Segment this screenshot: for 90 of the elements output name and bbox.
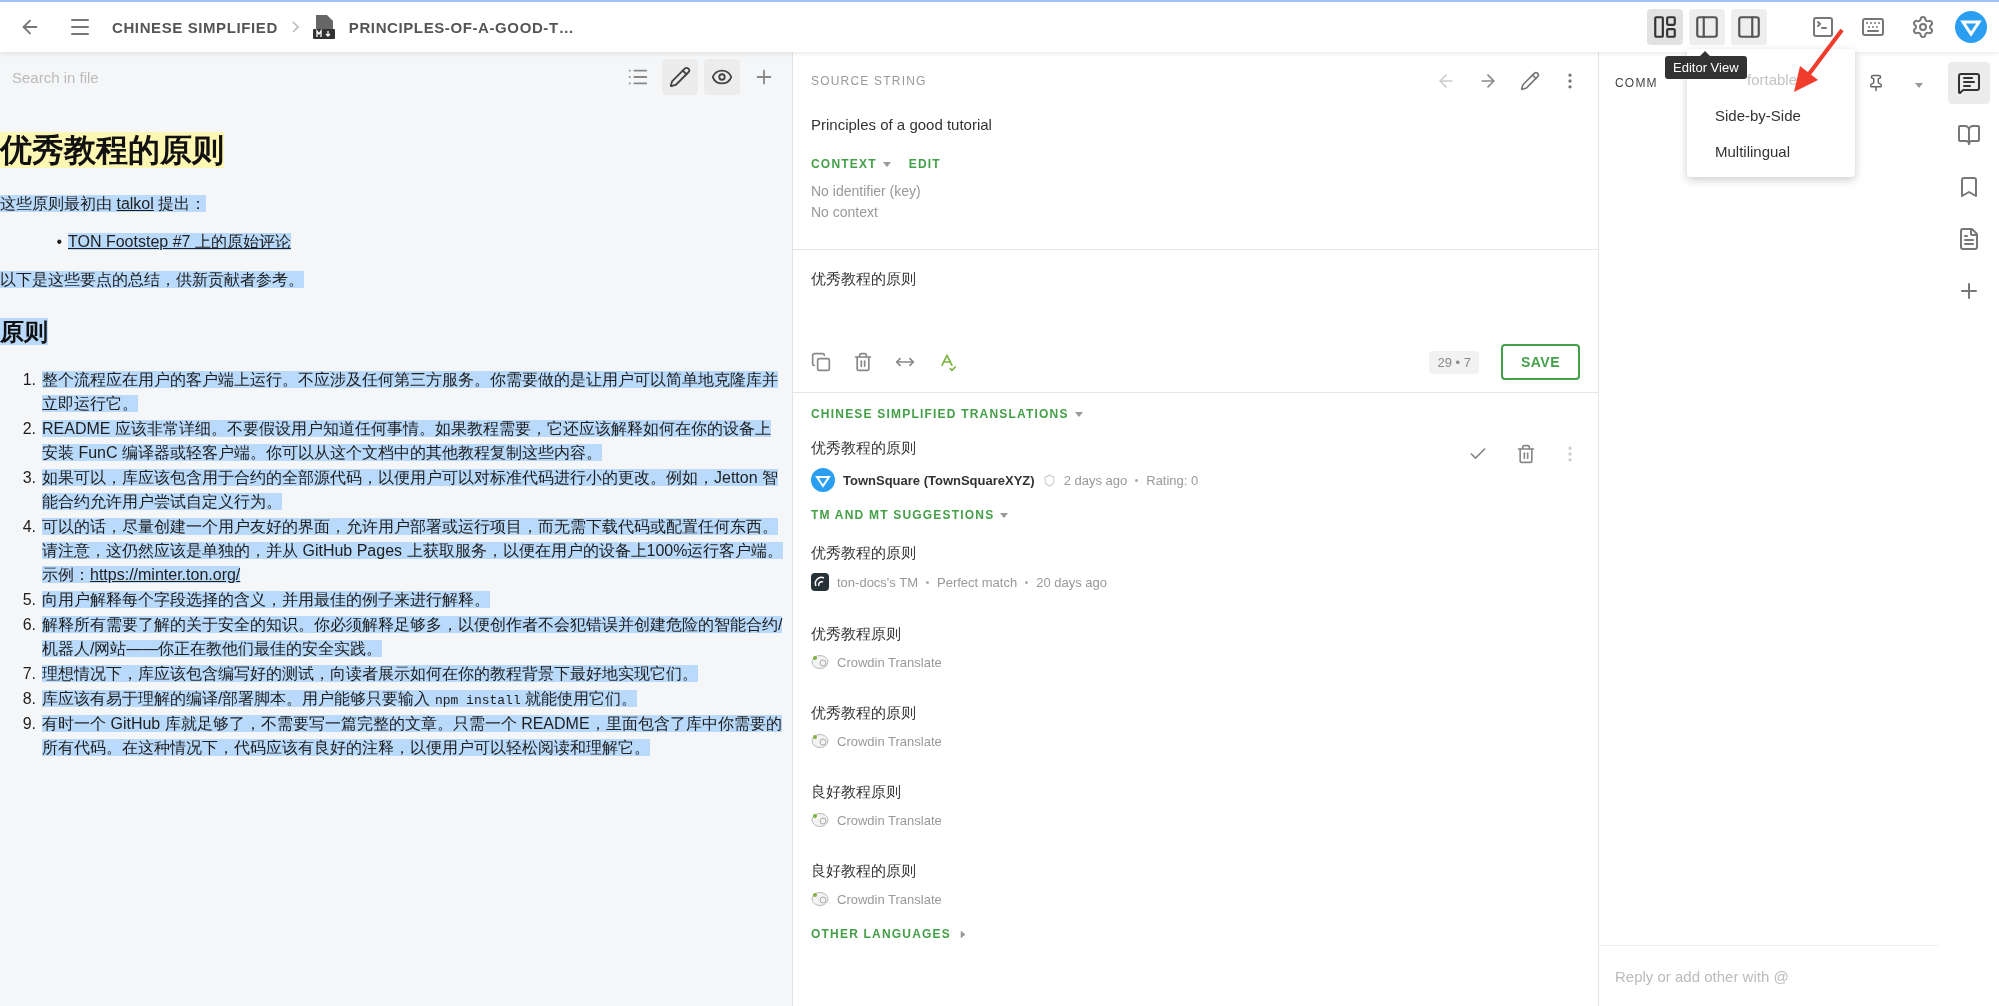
character-counter: 29 • 7 — [1429, 350, 1479, 374]
suggestion-text[interactable]: 良好教程的原则 — [811, 862, 1580, 881]
tooltip: Editor View — [1665, 56, 1747, 79]
search-field[interactable]: Search in file — [10, 67, 614, 87]
translation-text: 优秀教程的原则 — [811, 439, 917, 458]
suggestion-meta: 20 days ago — [1036, 574, 1108, 590]
suggestion-text[interactable]: 良好教程原则 — [811, 783, 1580, 802]
link[interactable]: talkol — [116, 195, 154, 212]
list-item-text: README 应该非常详细。不要假设用户知道任何事情。如果教程需要，它还应该解释如何在你的设备上安装 FunC 编译器或轻客户端。你可以从这个文档中的其他教程复制这些内容。 — [42, 419, 772, 463]
trash-icon[interactable] — [1516, 443, 1536, 464]
suggestion-text[interactable]: 优秀教程原则 — [811, 625, 1580, 644]
menu-item[interactable]: Multilingual — [1687, 133, 1855, 169]
panel-right-icon — [1736, 14, 1762, 40]
translation-meta: 2 days ago — [1063, 472, 1128, 488]
pencil-icon[interactable] — [1520, 71, 1540, 91]
suggestion-meta: Crowdin Translate — [837, 733, 942, 749]
paragraph: 以下是这些要点的总结，供新贡献者参考。 — [0, 270, 305, 290]
list-item-text: 库应该有易于理解的编译/部署脚本。用户能够只要输入 npm install 就能使用它们。 — [42, 689, 638, 710]
section-title: COMM — [1615, 76, 1658, 90]
author-name[interactable]: TownSquare (TownSquareXYZ) — [843, 472, 1035, 488]
engine-icon — [811, 654, 829, 670]
view-toggle[interactable] — [704, 59, 740, 95]
pin-icon[interactable] — [1867, 74, 1885, 92]
list-item-text: 理想情况下，库应该包含编写好的测试，向读者展示如何在你的教程背景下最好地实现它们。 — [42, 664, 698, 684]
suggestion-meta: Crowdin Translate — [837, 891, 942, 907]
menu-item[interactable]: Side-by-Side — [1687, 97, 1855, 133]
breadcrumb-item[interactable]: CHINESE SIMPLIFIED — [112, 18, 278, 36]
list-marker: 8. — [21, 689, 36, 709]
caret-icon — [960, 930, 966, 938]
link[interactable]: TON Footstep #7 上的原始评论 — [68, 233, 291, 250]
caret-icon — [1074, 411, 1083, 417]
list-marker: • — [55, 232, 62, 252]
trash-icon[interactable] — [853, 352, 873, 372]
breadcrumb-item[interactable]: PRINCIPLES-OF-A-GOOD-T… — [348, 18, 575, 36]
engine-icon — [811, 812, 829, 828]
heading: 原则 — [0, 318, 48, 345]
layout-button[interactable] — [1689, 9, 1725, 45]
list-item-text: 解释所有需要了解的关于安全的知识。你必须解释足够多，以便创作者不会犯错误并创建危险的智能合约/机器人/网站——你正在教他们最佳的安全实践。 — [42, 615, 784, 659]
file-info-icon — [1957, 227, 1981, 251]
list-item-text: 如果可以，库应该包含用于合约的全部源代码，以便用户可以对标准代码进行小的更改。例如，Jetton 智能合约允许用户尝试自定义行为。 — [42, 468, 780, 512]
list-marker: 3. — [21, 468, 36, 488]
engine-icon — [811, 891, 829, 907]
memory-icon — [811, 573, 829, 591]
layout-icon — [1652, 14, 1678, 40]
caret-icon — [1000, 512, 1009, 518]
list-marker: 7. — [21, 664, 36, 684]
paragraph: 这些原则最初由 talkol 提出： — [0, 194, 208, 214]
book-icon — [1957, 123, 1981, 147]
translation-meta: Rating: 0 — [1146, 472, 1199, 488]
list-item-text: 向用户解释每个字段选择的含义，并用最佳的例子来进行解释。 — [42, 590, 490, 610]
file-icon — [312, 15, 335, 39]
pencil-icon — [669, 66, 691, 88]
suggestion-text[interactable]: 优秀教程的原则 — [811, 704, 1580, 723]
context-line: No context — [811, 203, 879, 222]
list-marker: 4. — [21, 517, 36, 537]
comment-icon — [1957, 71, 1981, 95]
shield-icon — [1042, 473, 1056, 487]
suggestion-text[interactable]: 优秀教程的原则 — [811, 544, 1580, 563]
list-marker: 5. — [21, 590, 36, 610]
list-item-text: 整个流程应在用户的客户端上运行。不应涉及任何第三方服务。你需要做的是让用户可以简单地克隆库并立即运行它。 — [42, 370, 779, 414]
suggestion-meta: Crowdin Translate — [837, 812, 942, 828]
link[interactable]: https://minter.ton.org/ — [90, 566, 241, 583]
engine-icon — [811, 733, 829, 749]
list-marker: 1. — [21, 370, 36, 390]
suggestion-meta: Perfect match — [937, 574, 1018, 590]
section-title: SOURCE STRING — [811, 74, 927, 88]
chevron-icon — [291, 21, 299, 33]
terminal-icon — [1811, 15, 1835, 39]
caret-icon — [1915, 83, 1923, 88]
list-item-text: 有时一个 GitHub 库就足够了，不需要写一篇完整的文章。只需一个 README，里面包含了库中你需要的所有代码。在这种情况下，代码应该有良好的注释，以便用户可以轻松阅读和理解它。 — [42, 714, 783, 758]
avatar-icon — [811, 468, 835, 492]
suggestion-meta: Crowdin Translate — [837, 654, 942, 670]
list-marker: 6. — [21, 615, 36, 635]
translation-input[interactable]: 优秀教程的原则 — [811, 250, 1580, 344]
copy-icon[interactable] — [811, 352, 831, 372]
side-tab[interactable] — [1948, 62, 1990, 104]
layout-button[interactable] — [1731, 9, 1767, 45]
suggestion-meta: ton-docs's TM — [837, 574, 918, 590]
list-marker: 9. — [21, 714, 36, 734]
logo-icon[interactable] — [1955, 11, 1987, 43]
settings-icon — [1911, 15, 1935, 39]
list-item-text: 可以的话，尽量创建一个用户友好的界面，允许用户部署或运行项目，而无需下载代码或配置任何东西。请注意，这仍然应该是单独的，并从 GitHub Pages 上获取服务，以便在用户的设备上100%运行客户端。示例：https://minter.ton.org/ — [42, 517, 784, 585]
source-text: Principles of a good tutorial — [811, 116, 993, 133]
layout-button[interactable] — [1647, 9, 1683, 45]
view-toggle[interactable] — [662, 59, 698, 95]
caret-icon — [882, 161, 891, 167]
keyboard-icon — [1861, 15, 1885, 39]
panel-left-icon — [1694, 14, 1720, 40]
context-line: No identifier (key) — [811, 182, 922, 201]
list-marker: 2. — [21, 419, 36, 439]
